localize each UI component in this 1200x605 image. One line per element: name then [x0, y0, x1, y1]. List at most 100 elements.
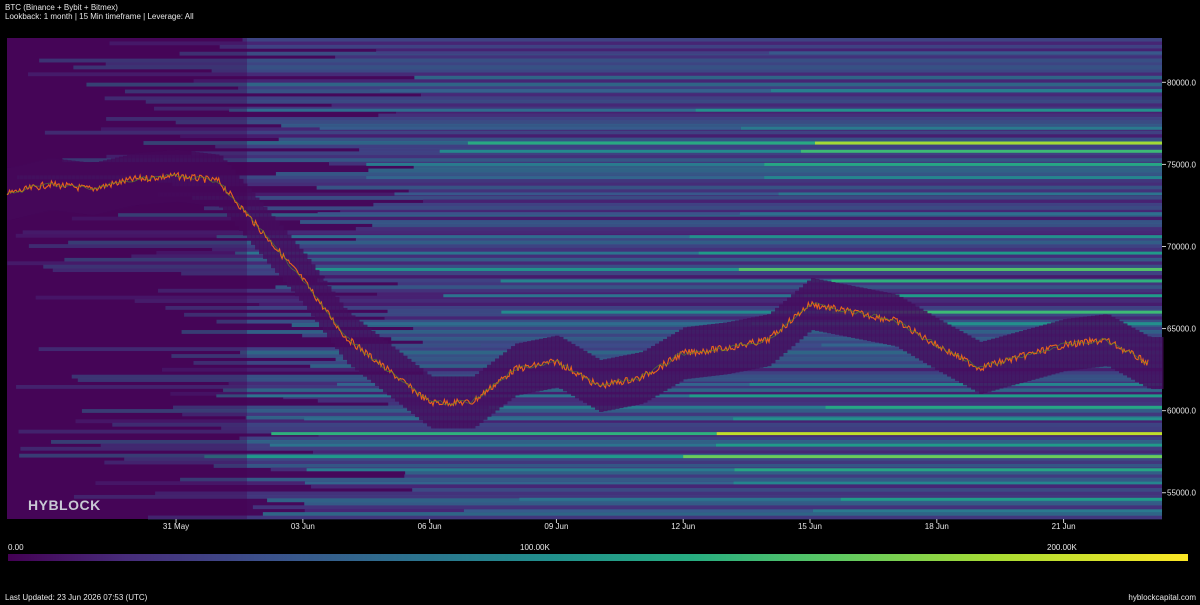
heatmap-cell: [311, 484, 1162, 489]
liquidity-band-25: [306, 468, 735, 472]
heatmap-cell: [215, 144, 1163, 149]
heatmap-cell: [278, 137, 1162, 142]
heatmap-cell: [106, 117, 1162, 121]
consumed-zone: [1027, 328, 1032, 381]
heatmap-cell: [408, 189, 1163, 194]
colorbar-label-min: 0.00: [8, 543, 24, 552]
colorbar: [8, 554, 1188, 561]
x-tick-label: 18 Jun: [925, 522, 949, 531]
liquidity-band-6-recent: [764, 162, 1162, 166]
heatmap-cell: [300, 220, 1162, 224]
liquidity-band-27: [519, 497, 841, 501]
liquidity-band-11-recent: [698, 251, 1162, 255]
site-link[interactable]: hyblockcapital.com: [1128, 593, 1196, 602]
heatmap-cell: [180, 477, 1162, 482]
colorbar-label-max: 200.00K: [1047, 543, 1077, 552]
heatmap-cell: [275, 171, 1162, 176]
liquidity-band-20: [489, 405, 826, 409]
liquidity-band-21: [304, 417, 734, 421]
liquidity-band-8-recent: [778, 192, 1162, 196]
liquidity-band-0: [376, 51, 770, 55]
heatmap-cell: [109, 41, 1162, 46]
consumed-zone: [975, 339, 980, 392]
x-tick-label: 15 Jun: [798, 522, 822, 531]
consumed-zone: [1159, 337, 1164, 390]
liquidity-band-26: [304, 481, 734, 485]
heatmap-cell: [192, 196, 1162, 200]
heatmap-cell: [420, 92, 1163, 97]
consumed-zone: [1155, 337, 1160, 390]
heatmap-cell: [368, 168, 1163, 173]
consumed-zone: [967, 335, 972, 388]
heatmap-cell: [157, 178, 1162, 183]
heatmap-cell: [180, 134, 1162, 139]
consumed-zone: [755, 316, 760, 369]
liquidity-band-22: [271, 432, 717, 436]
heatmap-cell: [423, 199, 1162, 204]
liquidation-heatmap-chart[interactable]: 55000.0 60000.0 65000.0 70000.0 75000.0 80000…: [0, 0, 1200, 540]
consumed-zone: [375, 333, 380, 386]
heatmap-cell: [404, 474, 1163, 479]
x-axis: 31 May 03 Jun 06 Jun 09 Jun 12 Jun 15 Jun 18 J…: [163, 519, 1076, 531]
heatmap-cell: [252, 505, 1163, 510]
x-tick-label: 31 May: [163, 522, 189, 531]
consumed-zone: [255, 197, 260, 250]
x-tick-label: 12 Jun: [671, 522, 695, 531]
heatmap-cell: [378, 113, 1162, 118]
liquidity-band-27-recent: [840, 497, 1162, 501]
heatmap-cell: [212, 247, 1162, 252]
y-tick-label: 55000.0: [1167, 489, 1196, 498]
heatmap-cell: [414, 75, 1162, 80]
heatmap-cell: [223, 388, 1163, 393]
liquidity-band-12: [315, 267, 739, 271]
heatmap-cell: [181, 271, 1163, 276]
y-tick-label: 70000.0: [1167, 242, 1196, 251]
consumed-zone: [391, 346, 396, 399]
consumed-zone: [839, 283, 844, 336]
last-updated: Last Updated: 23 Jun 2026 07:53 (UTC): [5, 593, 148, 602]
consumed-zone: [867, 289, 872, 342]
liquidity-band-4: [467, 141, 815, 145]
heatmap-fade-left: [7, 38, 247, 519]
liquidity-band-24-recent: [683, 455, 1162, 459]
liquidity-band-7: [366, 176, 765, 180]
heatmap-cell: [105, 62, 1162, 66]
heatmap-cell: [275, 285, 1163, 290]
heatmap-cell: [324, 275, 1162, 279]
heatmap-cell: [262, 512, 1162, 516]
heatmap-cell: [316, 185, 1163, 190]
heatmap-cell: [397, 281, 1162, 286]
heatmap-cell: [312, 450, 1162, 455]
liquidity-band-2: [229, 108, 696, 112]
y-tick-label: 80000.0: [1167, 78, 1196, 87]
heatmap-cell: [104, 460, 1162, 465]
consumed-zone: [551, 336, 556, 389]
consumed-zone: [323, 280, 328, 333]
liquidity-band-1: [379, 89, 771, 93]
liquidity-band-14: [443, 294, 803, 298]
heatmap-layer: [7, 38, 1164, 520]
heatmap-cell: [147, 515, 1162, 520]
heatmap-cell: [175, 120, 1162, 125]
consumed-zone: [771, 311, 776, 364]
liquidity-band-5-recent: [800, 149, 1162, 153]
y-axis: 55000.0 60000.0 65000.0 70000.0 75000.0 80000…: [1162, 78, 1196, 498]
liquidity-band-26-recent: [733, 481, 1162, 485]
liquidity-band-10-recent: [689, 235, 1162, 239]
heatmap-cell: [304, 501, 1162, 506]
liquidity-band-5: [439, 149, 801, 153]
liquidity-band-13: [500, 279, 832, 283]
y-tick-label: 60000.0: [1167, 407, 1196, 416]
liquidity-band-16: [339, 322, 751, 326]
liquidity-band-28-recent: [812, 509, 1162, 513]
heatmap-cell: [106, 154, 1162, 159]
heatmap-cell: [86, 82, 1162, 87]
colorbar-label-mid: 100.00K: [520, 543, 550, 552]
heatmap-cell: [239, 436, 1162, 441]
consumed-zone: [1059, 320, 1064, 373]
heatmap-cell: [211, 68, 1163, 73]
y-tick-label: 75000.0: [1167, 160, 1196, 169]
heatmap-cell: [405, 470, 1163, 475]
consumed-zone: [1151, 337, 1156, 390]
heatmap-cell: [259, 302, 1163, 307]
